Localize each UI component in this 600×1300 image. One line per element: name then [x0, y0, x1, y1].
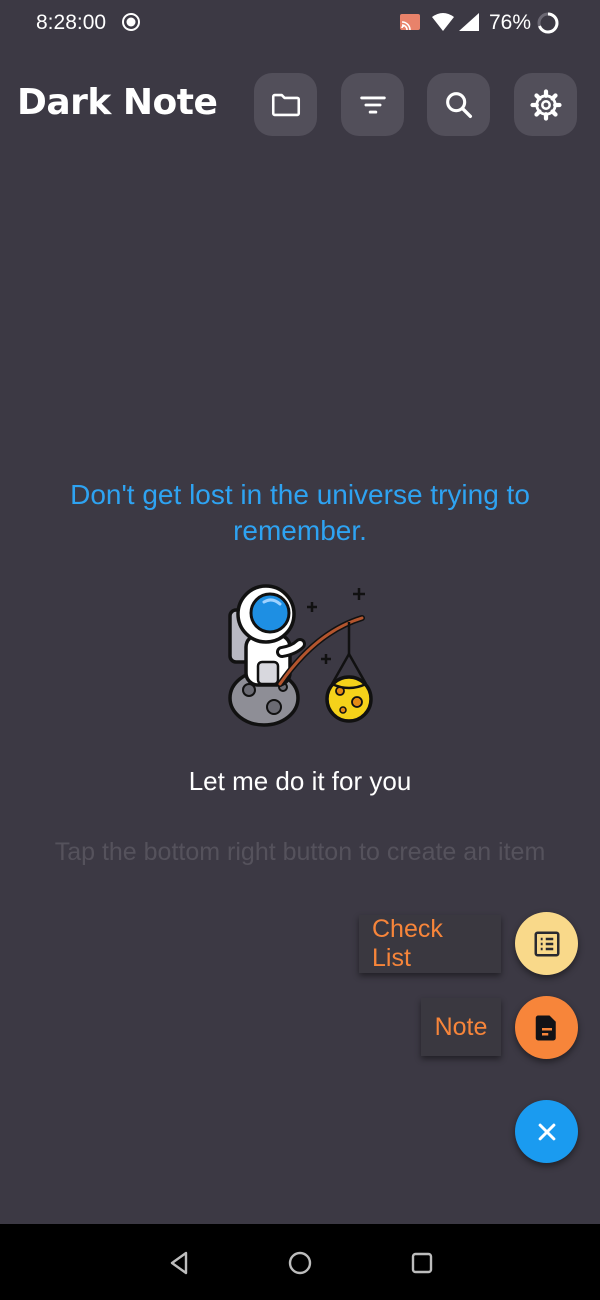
list-icon: [534, 931, 559, 956]
add-checklist-button[interactable]: [515, 912, 578, 975]
status-time: 8:28:00: [36, 11, 107, 34]
battery-icon: [537, 12, 559, 34]
folder-icon: [271, 93, 300, 116]
checklist-label[interactable]: Check List: [359, 915, 501, 973]
folder-button[interactable]: [254, 73, 317, 136]
app-title: Dark Note: [17, 82, 218, 123]
filter-button[interactable]: [341, 73, 404, 136]
record-icon: [122, 13, 140, 31]
signal-icon: [459, 13, 479, 31]
close-icon: [538, 1123, 555, 1140]
gear-icon: [529, 88, 562, 121]
status-bar: 8:28:00 76%: [0, 0, 600, 44]
settings-button[interactable]: [514, 73, 577, 136]
nav-bar: [0, 1224, 600, 1300]
battery-percent: 76%: [489, 11, 532, 34]
filter-icon: [359, 96, 386, 114]
empty-state-hint: Tap the bottom right button to create an…: [54, 838, 546, 866]
empty-state-tagline: Don't get lost in the universe trying to…: [70, 479, 530, 546]
note-label[interactable]: Note: [421, 998, 501, 1056]
search-button[interactable]: [427, 73, 490, 136]
document-icon: [535, 1015, 556, 1040]
recents-icon[interactable]: [408, 1249, 436, 1277]
close-menu-button[interactable]: [515, 1100, 578, 1163]
wifi-icon: [432, 13, 454, 31]
astronaut-illustration: [228, 584, 373, 727]
back-icon[interactable]: [166, 1249, 194, 1277]
search-icon: [445, 91, 472, 118]
add-note-button[interactable]: [515, 996, 578, 1059]
home-icon[interactable]: [286, 1249, 314, 1277]
cast-icon: [400, 14, 420, 31]
empty-state-subtitle: Let me do it for you: [188, 766, 412, 796]
